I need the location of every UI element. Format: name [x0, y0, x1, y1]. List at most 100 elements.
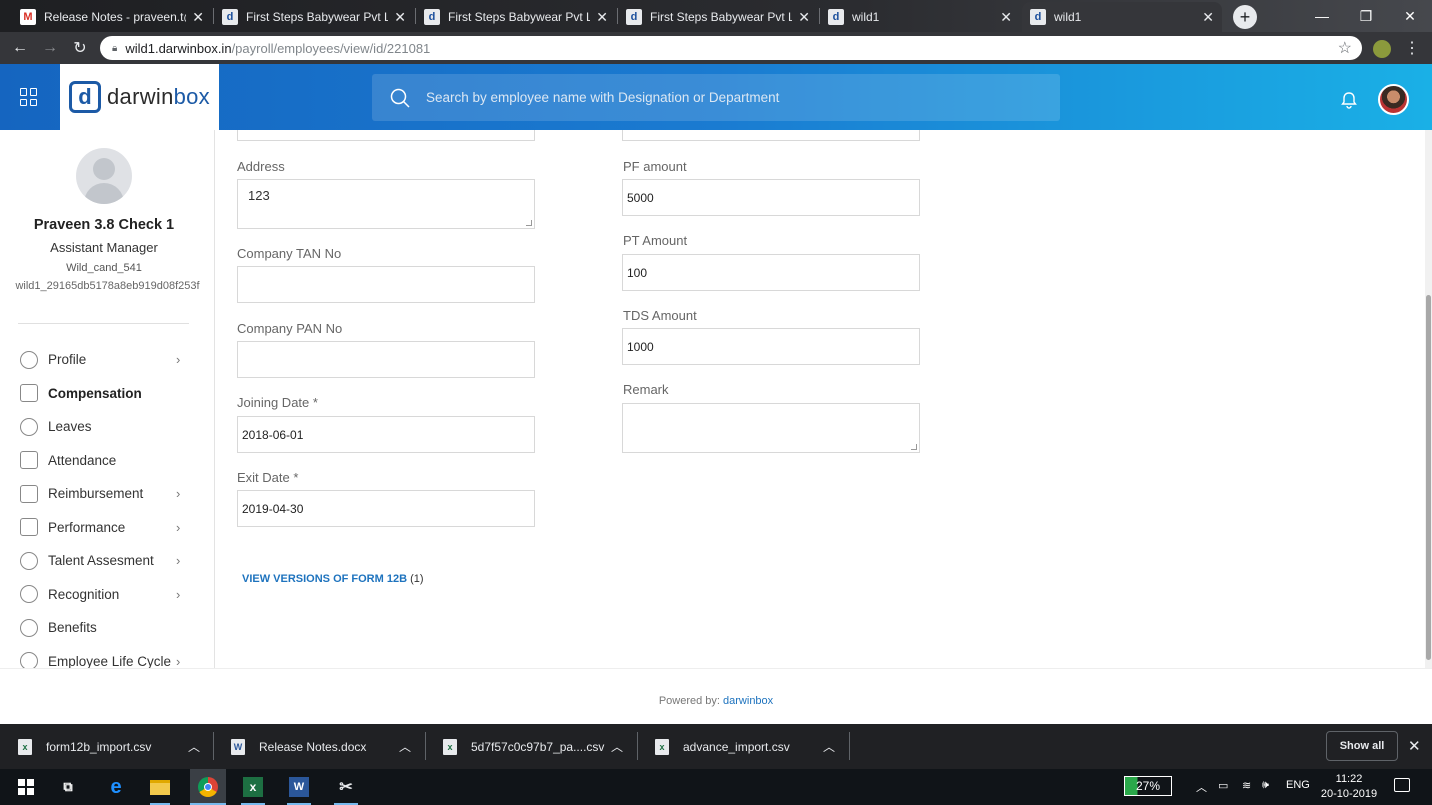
joining-date-input[interactable]: 2018-06-01	[237, 416, 535, 453]
company-pan-input[interactable]	[237, 341, 535, 378]
compensation-icon	[20, 384, 38, 403]
minimize-icon[interactable]: —	[1300, 0, 1344, 32]
sidebar-item-profile[interactable]: Profile ›	[0, 343, 214, 377]
windows-start-icon[interactable]	[14, 775, 38, 799]
chevron-up-icon[interactable]: ︿	[399, 738, 411, 755]
sidebar-item-compensation[interactable]: Compensation	[0, 377, 214, 411]
pf-amount-input[interactable]: 5000	[622, 179, 920, 216]
apps-grid-icon[interactable]	[20, 88, 38, 106]
user-avatar[interactable]	[1378, 84, 1409, 115]
forward-icon[interactable]: →	[40, 38, 60, 58]
attendance-icon	[20, 451, 38, 470]
url-field[interactable]: 🔒︎ wild1.darwinbox.in/payroll/employees/…	[100, 36, 1362, 60]
sidebar-item-talent-assesment[interactable]: Talent Assesment ›	[0, 544, 214, 578]
volume-icon[interactable]: 🕪︎	[1262, 779, 1269, 792]
logo-mark: d	[69, 81, 101, 113]
company-tan-input[interactable]	[237, 266, 535, 303]
sidebar-item-recognition[interactable]: Recognition ›	[0, 578, 214, 612]
reload-icon[interactable]: ↻	[70, 38, 90, 58]
back-icon[interactable]: ←	[10, 38, 30, 58]
tab-title: wild1	[852, 10, 880, 24]
pt-amount-input[interactable]: 100	[622, 254, 920, 291]
close-tab-icon[interactable]: ✕	[192, 9, 204, 26]
battery-indicator[interactable]: 27%	[1124, 776, 1172, 796]
powered-by-brand-link[interactable]: darwinbox	[723, 695, 773, 707]
edge-icon[interactable]: e	[104, 775, 128, 799]
notification-bell-icon[interactable]	[1340, 91, 1358, 109]
remark-textarea[interactable]	[622, 403, 920, 453]
resize-grip-icon[interactable]	[911, 444, 917, 450]
chrome-icon[interactable]	[196, 775, 220, 799]
battery-tray-icon[interactable]: ▭	[1218, 779, 1228, 792]
previous-field-right[interactable]	[622, 130, 920, 141]
employee-sidebar: Praveen 3.8 Check 1 Assistant Manager Wi…	[0, 130, 215, 668]
sidebar-item-benefits[interactable]: Benefits	[0, 611, 214, 645]
wifi-icon[interactable]: ≋	[1242, 779, 1251, 792]
new-tab-button[interactable]: +	[1233, 5, 1257, 29]
word-icon[interactable]: W	[287, 775, 311, 799]
darwinbox-icon: d	[1030, 9, 1046, 25]
search-input[interactable]	[426, 90, 1026, 105]
address-textarea[interactable]: 123	[237, 179, 535, 229]
profile-avatar[interactable]	[1373, 40, 1391, 58]
sidebar-item-employee-life-cycle[interactable]: Employee Life Cycle ›	[0, 645, 214, 668]
previous-field-left[interactable]	[237, 130, 535, 141]
sidebar-item-reimbursement[interactable]: Reimbursement ›	[0, 477, 214, 511]
sidebar-item-leaves[interactable]: Leaves	[0, 410, 214, 444]
chevron-up-icon[interactable]: ︿	[611, 738, 623, 755]
action-center-icon[interactable]	[1394, 778, 1410, 792]
download-item[interactable]: W Release Notes.docx ︿	[213, 724, 425, 769]
tds-amount-input[interactable]: 1000	[622, 328, 920, 365]
language-indicator[interactable]: ENG	[1286, 779, 1310, 791]
close-window-icon[interactable]: ✕	[1388, 0, 1432, 32]
browser-tab[interactable]: d First Steps Babywear Pvt Ltd ✕	[416, 2, 616, 32]
clock-time: 11:22	[1335, 773, 1363, 785]
browser-tab-active[interactable]: d wild1 ✕	[1022, 2, 1222, 32]
snipping-tool-icon[interactable]: ✂	[334, 775, 358, 799]
remark-label: Remark	[623, 382, 669, 397]
sidebar-item-attendance[interactable]: Attendance	[0, 444, 214, 478]
close-tab-icon[interactable]: ✕	[394, 9, 406, 26]
close-tab-icon[interactable]: ✕	[1000, 9, 1012, 26]
resize-grip-icon[interactable]	[526, 220, 532, 226]
pt-amount-label: PT Amount	[623, 233, 688, 248]
download-item[interactable]: x form12b_import.csv ︿	[0, 724, 212, 769]
scrollbar-thumb[interactable]	[1426, 295, 1431, 660]
downloads-bar: x form12b_import.csv ︿ W Release Notes.d…	[0, 724, 1432, 769]
tray-chevron-icon[interactable]: ︿	[1196, 779, 1207, 795]
browser-tab-strip: M Release Notes - praveen.t@d ✕ d First …	[0, 0, 1432, 32]
download-item[interactable]: x 5d7f57c0c97b7_pa....csv ︿	[425, 724, 637, 769]
employee-id: wild1_29165db5178a8eb919d08f253f	[15, 280, 200, 292]
close-tab-icon[interactable]: ✕	[596, 9, 608, 26]
close-tab-icon[interactable]: ✕	[1202, 9, 1214, 26]
address-value: 123	[248, 188, 270, 203]
task-view-icon[interactable]: ⧉	[56, 775, 80, 799]
file-explorer-icon[interactable]	[148, 775, 172, 799]
tds-amount-label: TDS Amount	[623, 308, 697, 323]
darwinbox-logo[interactable]: d darwinbox	[60, 64, 219, 130]
form-12b-panel: Address 123 Company TAN No Company PAN N…	[215, 130, 1425, 668]
view-versions-link[interactable]: VIEW VERSIONS OF FORM 12B (1)	[242, 573, 424, 585]
more-menu-icon[interactable]: ⋮	[1404, 38, 1420, 58]
browser-tab[interactable]: d First Steps Babywear Pvt Ltd ✕	[214, 2, 414, 32]
browser-tab[interactable]: d First Steps Babywear Pvt Ltd ✕	[618, 2, 818, 32]
sidebar-item-performance[interactable]: Performance ›	[0, 511, 214, 545]
excel-file-icon: x	[655, 738, 669, 755]
show-all-downloads-button[interactable]: Show all	[1326, 731, 1398, 761]
exit-date-input[interactable]: 2019-04-30	[237, 490, 535, 527]
employee-search[interactable]	[372, 74, 1060, 121]
chevron-up-icon[interactable]: ︿	[823, 738, 835, 755]
close-tab-icon[interactable]: ✕	[798, 9, 810, 26]
browser-tab[interactable]: d wild1 ✕	[820, 2, 1020, 32]
bookmark-star-icon[interactable]: ☆	[1338, 38, 1352, 58]
benefits-icon	[20, 618, 38, 637]
chevron-up-icon[interactable]: ︿	[188, 738, 200, 755]
browser-tab[interactable]: M Release Notes - praveen.t@d ✕	[12, 2, 212, 32]
tab-title: First Steps Babywear Pvt Ltd	[650, 10, 793, 24]
reimbursement-icon	[20, 484, 38, 503]
restore-icon[interactable]: ❐	[1344, 0, 1388, 32]
close-downloads-icon[interactable]: ✕	[1408, 737, 1421, 755]
system-clock[interactable]: 11:22 20-10-2019	[1316, 772, 1382, 802]
download-item[interactable]: x advance_import.csv ︿	[637, 724, 849, 769]
excel-icon[interactable]: x	[241, 775, 265, 799]
